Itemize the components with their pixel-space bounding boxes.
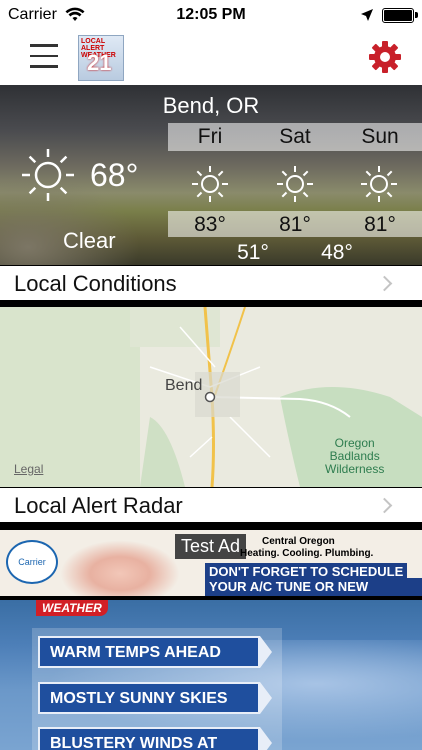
forecast-low-sat: 51° bbox=[237, 241, 269, 264]
forecast-day-sat: Sat bbox=[279, 125, 311, 148]
test-ad-badge: Test Ad bbox=[175, 534, 247, 559]
ad-banner[interactable]: Carrier Test Ad Central Oregon Heating. … bbox=[0, 530, 422, 596]
sun-icon bbox=[192, 166, 228, 202]
ad-brand-logo: Carrier bbox=[6, 540, 58, 584]
local-alert-radar-row[interactable]: Local Alert Radar bbox=[0, 488, 422, 522]
local-conditions-label: Local Conditions bbox=[14, 271, 177, 296]
chevron-right-icon bbox=[376, 275, 393, 292]
forecast-low-sun: 48° bbox=[321, 241, 353, 264]
current-temp: 68° bbox=[90, 157, 139, 193]
location-pin-icon bbox=[204, 391, 216, 403]
sun-icon bbox=[361, 166, 397, 202]
forecast-high-sat: 81° bbox=[279, 213, 311, 236]
banner-sunny-skies: MOSTLY SUNNY SKIES bbox=[38, 682, 272, 714]
chevron-right-icon bbox=[376, 497, 393, 514]
battery-icon bbox=[382, 8, 414, 23]
weather-story-image[interactable]: WEATHER WARM TEMPS AHEAD MOSTLY SUNNY SK… bbox=[0, 600, 422, 750]
radar-map[interactable]: Bend Oregon Badlands Wilderness Legal bbox=[0, 307, 422, 487]
current-condition: Clear bbox=[63, 228, 116, 253]
nav-bar: LOCAL ALERT WEATHER 21 bbox=[0, 30, 422, 85]
forecast-high-sun: 81° bbox=[364, 213, 396, 236]
city-label: Bend, OR bbox=[162, 93, 260, 118]
ad-line-4: YOUR A/C TUNE OR NEW INSTALL bbox=[205, 578, 422, 596]
battery-nub bbox=[415, 12, 418, 18]
forecast-day-fri: Fri bbox=[197, 125, 223, 148]
banner-warm-temps: WARM TEMPS AHEAD bbox=[38, 636, 272, 668]
forecast-high-fri: 83° bbox=[194, 213, 226, 236]
ad-line-1: Central Oregon bbox=[262, 536, 335, 547]
radar-label: Local Alert Radar bbox=[14, 493, 183, 518]
station-logo: LOCAL ALERT WEATHER 21 bbox=[78, 35, 124, 81]
map-legal-link[interactable]: Legal bbox=[14, 462, 43, 476]
weather-logo: WEATHER bbox=[36, 600, 108, 616]
map-wilderness-label: Oregon Badlands Wilderness bbox=[325, 436, 385, 476]
location-arrow-icon bbox=[361, 9, 373, 21]
logo-number: 21 bbox=[87, 50, 112, 75]
sun-icon bbox=[277, 166, 313, 202]
ad-photo bbox=[60, 540, 180, 596]
sun-icon bbox=[22, 149, 74, 201]
clock: 12:05 PM bbox=[176, 6, 246, 23]
map-city-label: Bend bbox=[165, 377, 203, 394]
hamburger-menu-icon[interactable] bbox=[30, 44, 58, 68]
status-bar: Carrier 12:05 PM bbox=[0, 0, 422, 30]
gear-icon[interactable] bbox=[368, 40, 402, 74]
local-conditions-row[interactable]: Local Conditions bbox=[0, 266, 422, 300]
weather-panel[interactable]: Bend, OR 68° Clear Fri 83° Sat 81° Sun 8… bbox=[0, 85, 422, 265]
ad-line-2: Heating. Cooling. Plumbing. bbox=[240, 548, 374, 559]
banner-blustery-winds: BLUSTERY WINDS AT TIMES bbox=[38, 727, 272, 750]
forecast-day-sun: Sun bbox=[361, 125, 399, 148]
